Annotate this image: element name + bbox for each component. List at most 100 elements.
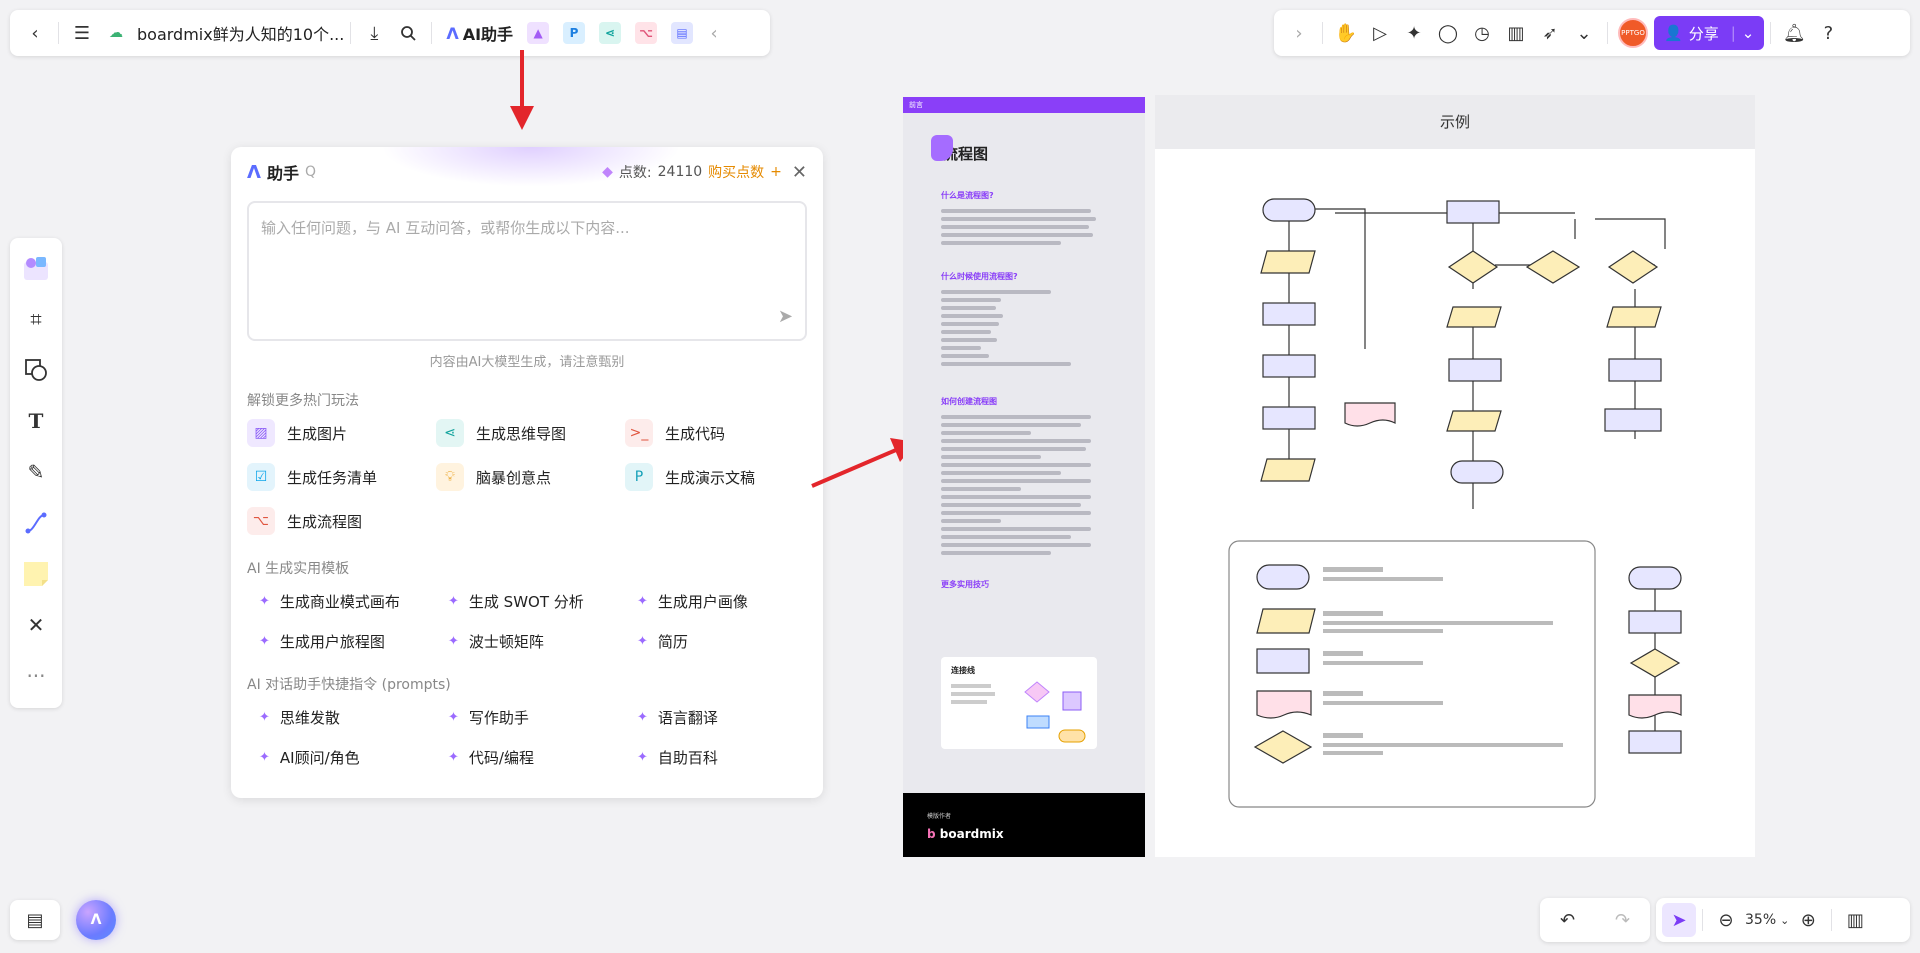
back-icon[interactable]: ‹ (18, 16, 52, 50)
send-icon[interactable]: ➤ (778, 306, 793, 327)
plus-icon[interactable]: + (770, 164, 782, 180)
footer-brand: b boardmix (927, 827, 1004, 841)
avatar[interactable]: PPTGO (1618, 18, 1648, 48)
footer-caption: 模版作者 (927, 813, 952, 820)
prompt-item[interactable]: ✦ 自助百科 (637, 746, 823, 768)
prompt-item[interactable]: ✦ 思维发散 (259, 706, 448, 728)
more-down-icon[interactable]: ⌄ (1567, 16, 1601, 50)
brand-name: boardmix (939, 827, 1004, 841)
zoom-level[interactable]: 35% ⌄ (1745, 912, 1789, 928)
sparkle-icon: ✦ (637, 709, 648, 725)
search-icon[interactable]: Q (305, 164, 316, 180)
ai-floating-button[interactable]: Λ (76, 900, 116, 940)
sparkle-icon: ✦ (259, 709, 270, 725)
comment-icon[interactable]: ◯ (1431, 16, 1465, 50)
template-item[interactable]: ✦ 生成 SWOT 分析 (448, 590, 637, 612)
map-icon[interactable]: ▥ (1838, 903, 1872, 937)
play-icon[interactable]: ▷ (1363, 16, 1397, 50)
example-flowchart (1228, 198, 1682, 808)
feature-generate-mindmap[interactable]: ⋖ 生成思维导图 (436, 418, 625, 448)
prompt-item[interactable]: ✦ 写作助手 (448, 706, 637, 728)
doc-subheading: 什么时候使用流程图? (941, 272, 1018, 281)
prompt-item[interactable]: ✦ 语言翻译 (637, 706, 823, 728)
feature-generate-checklist[interactable]: ☑ 生成任务清单 (247, 462, 436, 492)
timer-icon[interactable]: ◷ (1465, 16, 1499, 50)
feature-brainstorm[interactable]: 💡︎ 脑暴创意点 (436, 462, 625, 492)
ai-assistant-button[interactable]: Λ AI助手 (446, 21, 513, 45)
template-label: 生成用户旅程图 (279, 632, 385, 651)
gem-icon: ◆ (602, 164, 613, 180)
laser-pointer-icon[interactable]: ➶ (1533, 16, 1567, 50)
sparkle-icon: ✦ (448, 709, 459, 725)
connector-icon[interactable] (16, 504, 56, 543)
prompt-item[interactable]: ✦ AI顾问/角色 (259, 746, 448, 768)
download-icon[interactable]: ⤓ (357, 16, 391, 50)
redo-icon[interactable]: ↷ (1606, 903, 1640, 937)
search-icon[interactable] (391, 16, 425, 50)
canvas-example-frame[interactable]: 示例 (1155, 95, 1755, 857)
feature-generate-image[interactable]: ▨ 生成图片 (247, 418, 436, 448)
top-toolbar-right: › ✋ ▷ ✦ ◯ ◷ ▥ ➶ ⌄ PPTGO 👤 分享 | ⌄ 🔔︎ ? (1274, 10, 1910, 56)
help-icon[interactable]: ? (1811, 16, 1845, 50)
frame-icon[interactable]: ⌗ (16, 299, 56, 338)
chat-app-icon[interactable]: ▤ (671, 22, 694, 44)
prompt-item[interactable]: ✦ 代码/编程 (448, 746, 637, 768)
doc-subheading: 如何创建流程图 (941, 397, 997, 406)
doc-footer: 模版作者 b boardmix (903, 793, 1145, 857)
pen-icon[interactable]: ✎ (16, 452, 56, 491)
feature-generate-presentation[interactable]: P 生成演示文稿 (625, 462, 814, 492)
template-library-icon[interactable] (16, 248, 56, 287)
undo-icon[interactable]: ↶ (1551, 903, 1585, 937)
bell-icon[interactable]: 🔔︎ (1777, 16, 1811, 50)
feature-generate-flowchart[interactable]: ⌥ 生成流程图 (247, 506, 436, 536)
flowchart-app-icon[interactable]: ⌥ (635, 22, 658, 44)
cloud-saved-icon: ☁ (109, 25, 123, 41)
select-cursor-icon[interactable]: ➤ (1662, 903, 1696, 937)
minimap-icon[interactable]: ▤ (18, 903, 52, 937)
buy-points-link[interactable]: 购买点数 (708, 162, 764, 182)
zoom-in-icon[interactable]: ⊕ (1791, 903, 1825, 937)
sparkle-icon: ✦ (259, 633, 270, 649)
menu-icon[interactable]: ☰ (65, 16, 99, 50)
annotation-arrow-down (510, 50, 534, 130)
feature-label: 生成图片 (287, 424, 348, 443)
prompt-input[interactable]: 输入任何问题，与 AI 互动问答，或帮你生成以下内容... ➤ (247, 201, 807, 341)
feature-label: 生成思维导图 (476, 424, 567, 443)
brand-logo-icon: b (927, 827, 936, 841)
template-item[interactable]: ✦ 生成用户旅程图 (259, 630, 448, 652)
shape-icon[interactable] (16, 350, 56, 389)
template-label: 生成商业模式画布 (279, 592, 400, 611)
prompt-label: 思维发散 (279, 708, 340, 727)
expand-chevron-icon[interactable]: › (1282, 16, 1316, 50)
template-item[interactable]: ✦ 简历 (637, 630, 823, 652)
chevron-down-icon[interactable]: ⌄ (1742, 24, 1755, 42)
collapse-chevron-icon[interactable]: ‹ (697, 16, 731, 50)
sparkle-icon: ✦ (448, 749, 459, 765)
close-icon[interactable]: ✕ (792, 162, 807, 183)
doc-header: 前言 (903, 97, 1145, 113)
image-app-icon[interactable]: ▲ (527, 22, 550, 44)
text-icon[interactable]: T (16, 401, 56, 440)
document-title[interactable]: boardmix鲜为人知的10个... (137, 21, 344, 45)
mindmap-app-icon[interactable]: ⋖ (599, 22, 622, 44)
canvas-document-page[interactable]: 前言 流程图 什么是流程图? 什么时候使用流程图? 如何创建流程图 更多实用技巧… (903, 97, 1145, 857)
mindmap-tool-icon[interactable]: ✕ (16, 606, 56, 645)
prompt-label: 自助百科 (657, 748, 718, 767)
prompt-label: 代码/编程 (468, 748, 534, 767)
hand-raise-icon[interactable]: ✋ (1329, 16, 1363, 50)
template-item[interactable]: ✦ 生成商业模式画布 (259, 590, 448, 612)
celebrate-icon[interactable]: ✦ (1397, 16, 1431, 50)
template-item[interactable]: ✦ 生成用户画像 (637, 590, 823, 612)
zoom-out-icon[interactable]: ⊖ (1709, 903, 1743, 937)
sticky-note-icon[interactable] (16, 555, 56, 594)
feature-generate-code[interactable]: >_ 生成代码 (625, 418, 814, 448)
bottom-left-toolbar: ▤ (10, 900, 60, 940)
divider (350, 22, 352, 44)
prompt-label: 语言翻译 (657, 708, 718, 727)
share-button[interactable]: 👤 分享 | ⌄ (1654, 16, 1765, 50)
presentation-app-icon[interactable]: P (563, 22, 586, 44)
more-tools-icon[interactable]: ··· (16, 657, 56, 696)
template-item[interactable]: ✦ 波士顿矩阵 (448, 630, 637, 652)
vote-icon[interactable]: ▥ (1499, 16, 1533, 50)
ai-logo-icon: Λ (90, 912, 102, 928)
